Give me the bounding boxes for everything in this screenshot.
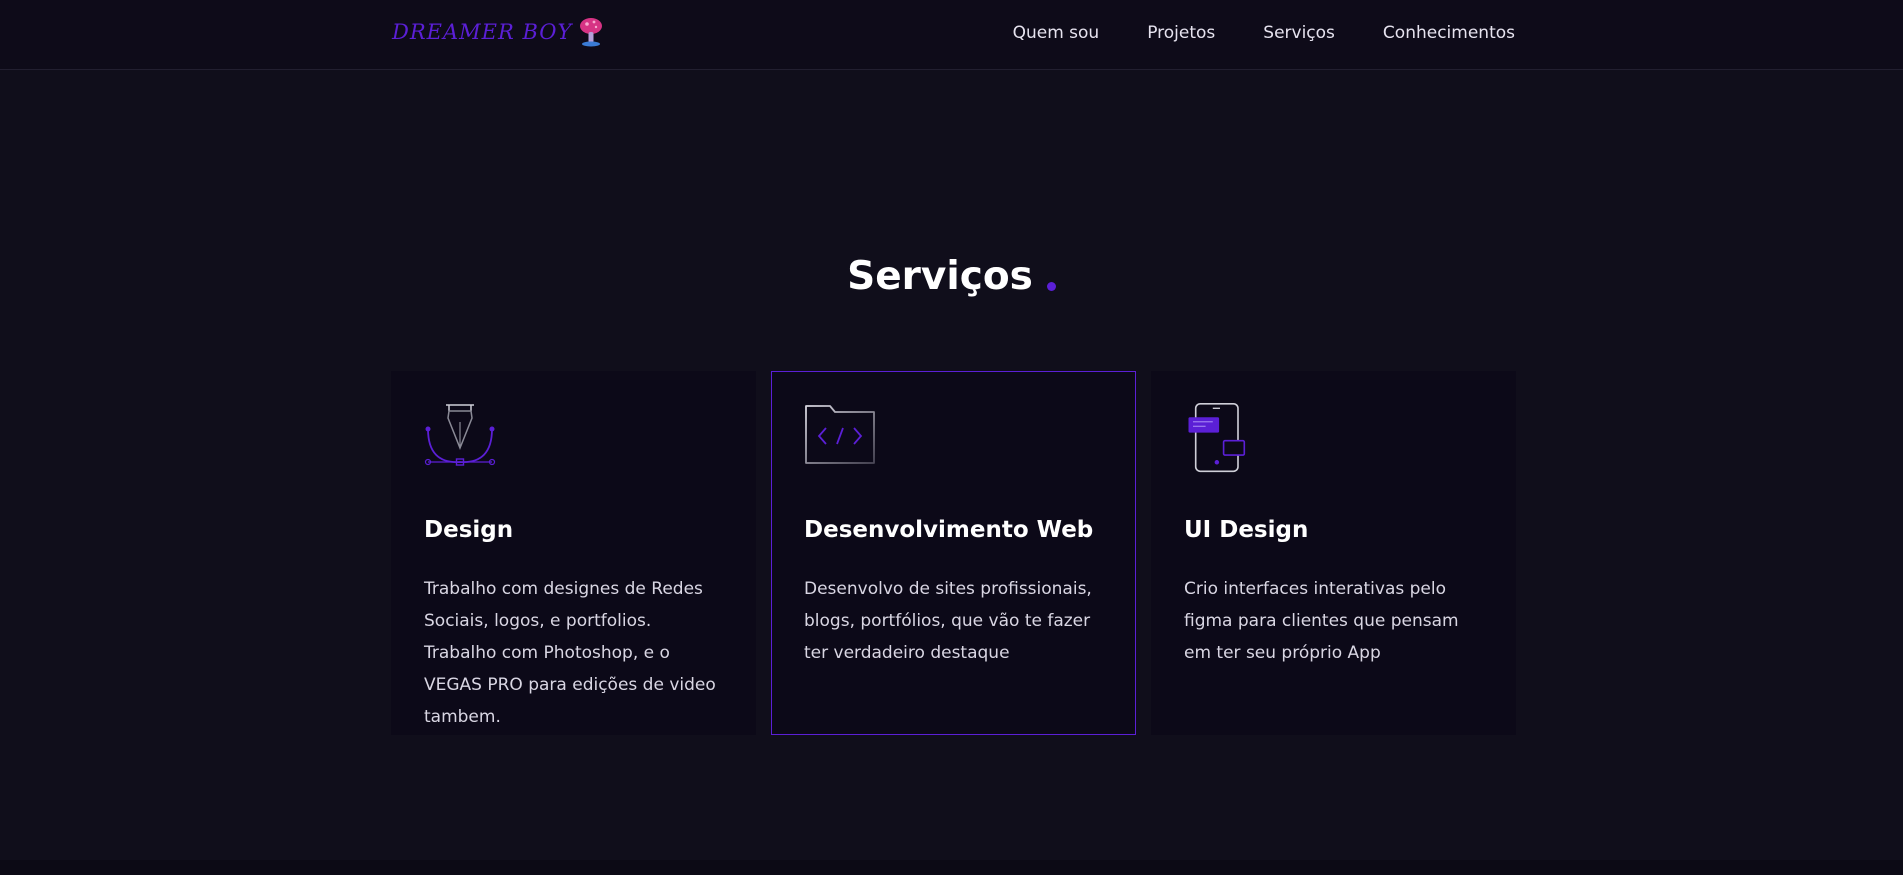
services-cards: Design Trabalho com designes de Redes So… bbox=[391, 371, 1516, 735]
nav-item-servicos[interactable]: Serviços bbox=[1263, 23, 1335, 43]
main-nav: Quem sou Projetos Serviços Conhecimentos bbox=[1013, 0, 1515, 66]
service-card-web[interactable]: Desenvolvimento Web Desenvolvo de sites … bbox=[771, 371, 1136, 735]
code-folder-icon bbox=[805, 405, 875, 464]
mobile-app-icon bbox=[1188, 402, 1246, 473]
footer-strip bbox=[0, 860, 1903, 875]
nav-item-conhecimentos[interactable]: Conhecimentos bbox=[1383, 23, 1515, 43]
section-title: Serviços bbox=[0, 254, 1903, 299]
card-description: Trabalho com designes de Redes Sociais, … bbox=[424, 579, 716, 727]
nav-item-projetos[interactable]: Projetos bbox=[1147, 23, 1215, 43]
logo-text: DREAMER BOY bbox=[392, 20, 573, 44]
card-title: UI Design bbox=[1184, 517, 1309, 543]
card-description: Crio interfaces interativas pelo figma p… bbox=[1184, 579, 1459, 663]
service-card-ui-design[interactable]: UI Design Crio interfaces interativas pe… bbox=[1151, 371, 1516, 735]
card-description: Desenvolvo de sites profissionais, blogs… bbox=[804, 579, 1092, 663]
site-header: DREAMER BOY Quem sou Projetos Serviços C… bbox=[0, 0, 1903, 70]
section-title-text: Serviços bbox=[847, 254, 1033, 299]
nav-item-quem-sou[interactable]: Quem sou bbox=[1013, 23, 1100, 43]
mushroom-icon bbox=[580, 18, 603, 47]
pen-tool-icon bbox=[424, 404, 496, 466]
card-title: Desenvolvimento Web bbox=[804, 517, 1094, 543]
card-title: Design bbox=[424, 517, 514, 543]
logo[interactable]: DREAMER BOY bbox=[392, 14, 604, 50]
title-dot bbox=[1046, 282, 1056, 291]
service-card-design[interactable]: Design Trabalho com designes de Redes So… bbox=[391, 371, 756, 735]
